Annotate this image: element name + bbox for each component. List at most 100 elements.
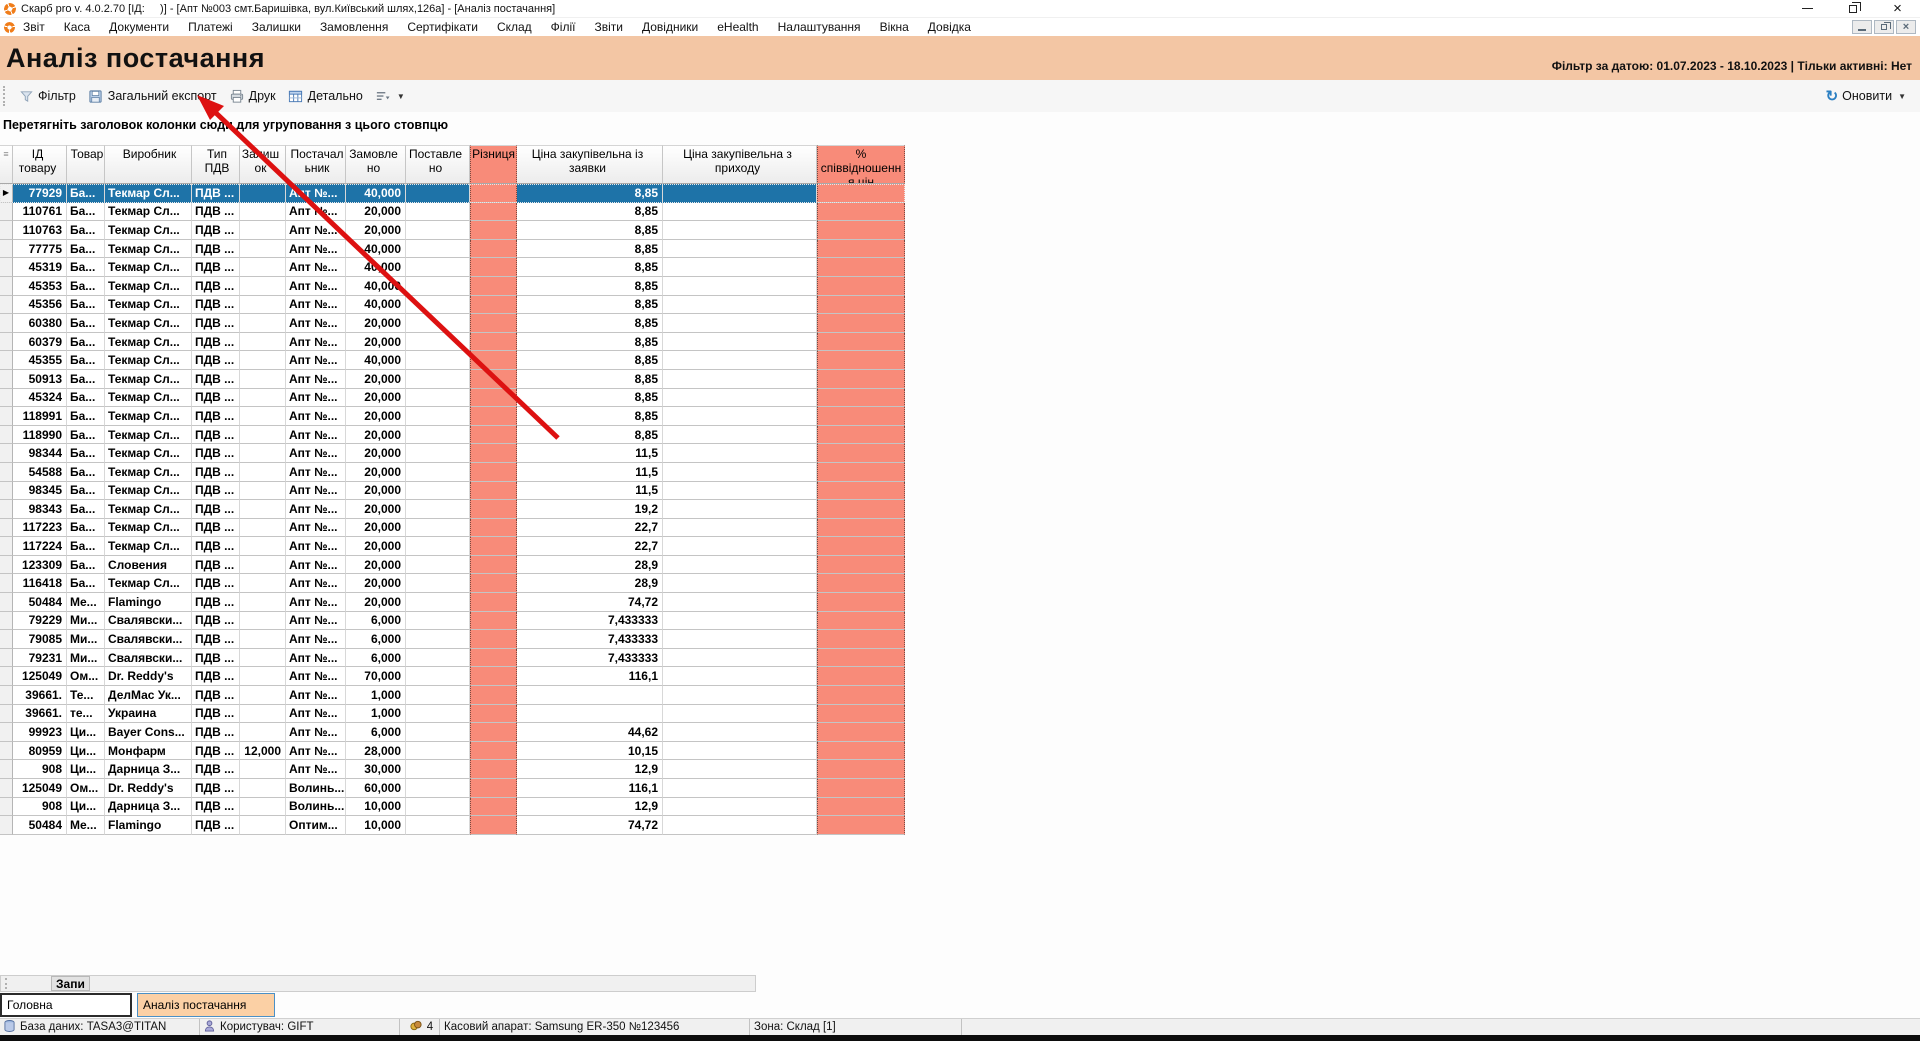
table-cell: Текмар Сл... [105, 370, 192, 389]
table-row[interactable]: ▶77929Ба...Текмар Сл...ПДВ ...Апт №...40… [0, 184, 905, 203]
filter-button[interactable]: Фільтр [12, 85, 82, 107]
menu-item[interactable]: Склад [497, 20, 532, 34]
menu-item[interactable]: Звіт [23, 20, 45, 34]
table-row[interactable]: 77775Ба...Текмар Сл...ПДВ ...Апт №...40,… [0, 240, 905, 259]
restore-icon [1881, 24, 1887, 30]
menu-item[interactable]: Замовлення [320, 20, 388, 34]
table-row[interactable]: 116418Ба...Текмар Сл...ПДВ ...Апт №...20… [0, 574, 905, 593]
mdi-close-button[interactable]: × [1896, 20, 1916, 34]
menu-item[interactable]: Налаштування [778, 20, 861, 34]
bottom-tab[interactable]: Аналіз постачання [137, 993, 275, 1017]
view-options-button[interactable]: ▼ [369, 85, 411, 107]
mdi-minimize-button[interactable] [1852, 20, 1872, 34]
table-row[interactable]: 98343Ба...Текмар Сл...ПДВ ...Апт №...20,… [0, 500, 905, 519]
table-row[interactable]: 125049Ом...Dr. Reddy'sПДВ ...Апт №...70,… [0, 667, 905, 686]
minimize-button[interactable] [1785, 0, 1830, 18]
menu-item[interactable]: Довідка [928, 20, 971, 34]
menu-item[interactable]: Філії [551, 20, 576, 34]
table-cell: ПДВ ... [192, 798, 240, 817]
row-indicator [0, 798, 13, 817]
table-cell [517, 686, 663, 705]
column-header[interactable]: ІД товару [13, 145, 67, 184]
table-row[interactable]: 117223Ба...Текмар Сл...ПДВ ...Апт №...20… [0, 519, 905, 538]
column-header[interactable]: Замовлено [346, 145, 406, 184]
refresh-button[interactable]: ↻ Оновити ▼ [1826, 87, 1906, 105]
export-icon [88, 88, 104, 104]
table-row[interactable]: 80959Ци...МонфармПДВ ...12,000Апт №...28… [0, 742, 905, 761]
export-button[interactable]: Загальний експорт [82, 85, 223, 107]
table-cell: 6,000 [346, 649, 406, 668]
menu-item[interactable]: Документи [109, 20, 169, 34]
column-header[interactable]: Виробник [105, 145, 192, 184]
table-row[interactable]: 79085Ми...Свалявски...ПДВ ...Апт №...6,0… [0, 630, 905, 649]
table-cell: Ба... [67, 258, 105, 277]
table-row[interactable]: 908Ци...Дарница З...ПДВ ...Волинь...10,0… [0, 798, 905, 817]
table-cell [240, 426, 286, 445]
table-row[interactable]: 45353Ба...Текмар Сл...ПДВ ...Апт №...40,… [0, 277, 905, 296]
table-row[interactable]: 99923Ци...Bayer Cons...ПДВ ...Апт №...6,… [0, 723, 905, 742]
menu-item[interactable]: Платежі [188, 20, 233, 34]
table-cell [817, 370, 905, 389]
table-row[interactable]: 110763Ба...Текмар Сл...ПДВ ...Апт №...20… [0, 221, 905, 240]
status-cash-register-text: Касовий апарат: Samsung ER-350 №123456 [444, 1021, 679, 1033]
column-header[interactable]: Товар [67, 145, 105, 184]
table-row[interactable]: 50913Ба...Текмар Сл...ПДВ ...Апт №...20,… [0, 370, 905, 389]
column-header[interactable]: Ціна закупівельна з приходу [663, 145, 817, 184]
column-header[interactable]: Залишок [240, 145, 286, 184]
table-row[interactable]: 39661.Те...ДелМас Ук...ПДВ ...Апт №...1,… [0, 686, 905, 705]
column-header[interactable]: Ціна закупівельна із заявки [517, 145, 663, 184]
bottom-tab[interactable]: Головна [0, 993, 132, 1017]
table-row[interactable]: 908Ци...Дарница З...ПДВ ...Апт №...30,00… [0, 760, 905, 779]
menu-item[interactable]: Сертифікати [407, 20, 478, 34]
table-row[interactable]: 110761Ба...Текмар Сл...ПДВ ...Апт №...20… [0, 203, 905, 222]
menu-item[interactable]: Залишки [252, 20, 301, 34]
table-row[interactable]: 45355Ба...Текмар Сл...ПДВ ...Апт №...40,… [0, 351, 905, 370]
table-cell: 7,433333 [517, 612, 663, 631]
table-cell: Ме... [67, 593, 105, 612]
menu-item[interactable]: Вікна [880, 20, 909, 34]
group-by-panel[interactable]: Перетягніть заголовок колонки сюди для у… [0, 112, 1920, 145]
table-row[interactable]: 125049Ом...Dr. Reddy'sПДВ ...Волинь...60… [0, 779, 905, 798]
table-row[interactable]: 118991Ба...Текмар Сл...ПДВ ...Апт №...20… [0, 407, 905, 426]
table-cell: ПДВ ... [192, 277, 240, 296]
table-row[interactable]: 50484Ме...FlamingoПДВ ...Апт №...20,0007… [0, 593, 905, 612]
table-row[interactable]: 45324Ба...Текмар Сл...ПДВ ...Апт №...20,… [0, 389, 905, 408]
table-row[interactable]: 79231Ми...Свалявски...ПДВ ...Апт №...6,0… [0, 649, 905, 668]
table-row[interactable]: 60380Ба...Текмар Сл...ПДВ ...Апт №...20,… [0, 314, 905, 333]
table-row[interactable]: 117224Ба...Текмар Сл...ПДВ ...Апт №...20… [0, 537, 905, 556]
row-indicator [0, 370, 13, 389]
table-row[interactable]: 39661.те...УкраинаПДВ ...Апт №...1,000 [0, 705, 905, 724]
restore-button[interactable] [1830, 0, 1875, 18]
column-header[interactable]: Різниця [470, 145, 517, 184]
menu-item[interactable]: Звіти [594, 20, 623, 34]
table-row[interactable]: 54588Ба...Текмар Сл...ПДВ ...Апт №...20,… [0, 463, 905, 482]
table-row[interactable]: 118990Ба...Текмар Сл...ПДВ ...Апт №...20… [0, 426, 905, 445]
records-button[interactable]: Запи [51, 976, 90, 991]
table-row[interactable]: 123309Ба...СловенияПДВ ...Апт №...20,000… [0, 556, 905, 575]
table-cell [470, 537, 517, 556]
table-cell: 20,000 [346, 333, 406, 352]
column-header[interactable]: % співвідношення цін [817, 145, 905, 184]
table-cell: 19,2 [517, 500, 663, 519]
close-button[interactable]: × [1875, 0, 1920, 18]
table-cell [817, 333, 905, 352]
column-chooser-icon[interactable]: ≡ [0, 145, 13, 184]
table-row[interactable]: 98344Ба...Текмар Сл...ПДВ ...Апт №...20,… [0, 444, 905, 463]
menu-item[interactable]: eHealth [717, 20, 758, 34]
menu-item[interactable]: Довідники [642, 20, 698, 34]
details-button[interactable]: Детально [282, 85, 369, 107]
table-cell [240, 444, 286, 463]
column-header[interactable]: Поставлено [406, 145, 470, 184]
table-row[interactable]: 50484Ме...FlamingoПДВ ...Оптим...10,0007… [0, 816, 905, 835]
menu-item[interactable]: Каса [64, 20, 90, 34]
table-row[interactable]: 60379Ба...Текмар Сл...ПДВ ...Апт №...20,… [0, 333, 905, 352]
column-header[interactable]: Тип ПДВ [192, 145, 240, 184]
print-button[interactable]: Друк [223, 85, 282, 107]
minimize-icon [1858, 29, 1866, 31]
table-row[interactable]: 45319Ба...Текмар Сл...ПДВ ...Апт №...40,… [0, 258, 905, 277]
table-row[interactable]: 45356Ба...Текмар Сл...ПДВ ...Апт №...40,… [0, 296, 905, 315]
table-row[interactable]: 98345Ба...Текмар Сл...ПДВ ...Апт №...20,… [0, 482, 905, 501]
mdi-restore-button[interactable] [1874, 20, 1894, 34]
table-row[interactable]: 79229Ми...Свалявски...ПДВ ...Апт №...6,0… [0, 612, 905, 631]
column-header[interactable]: Постачальник [286, 145, 346, 184]
